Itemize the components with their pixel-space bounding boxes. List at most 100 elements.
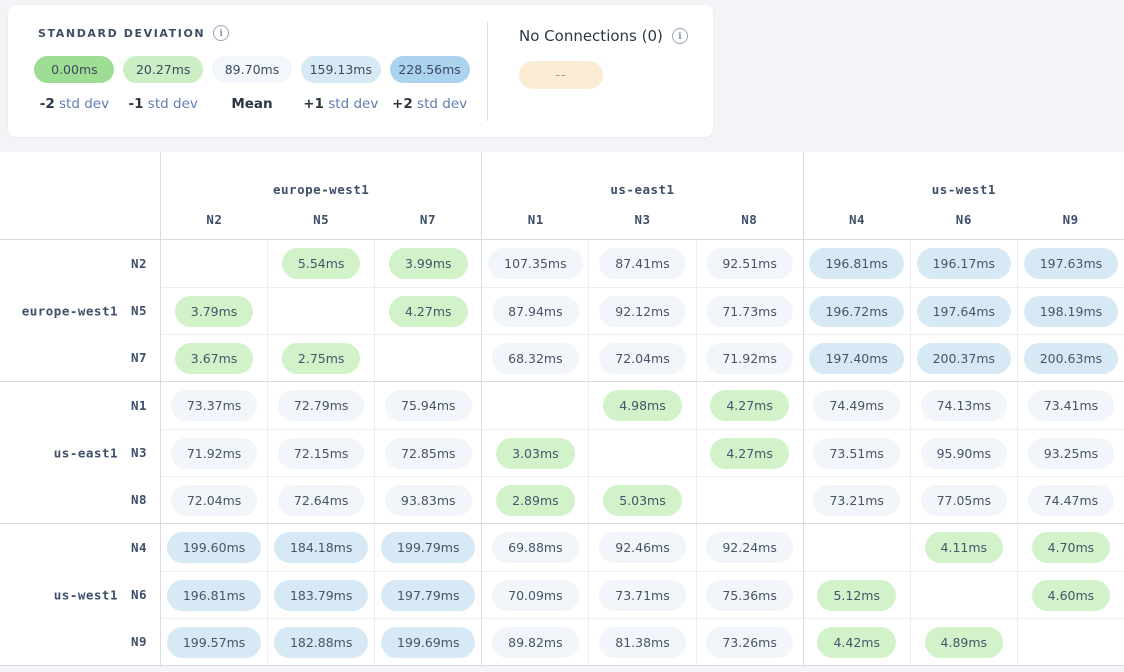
latency-pill[interactable]: 197.40ms (809, 343, 903, 374)
latency-pill[interactable]: 70.09ms (492, 580, 578, 611)
latency-cell: 68.32ms (481, 334, 588, 381)
latency-pill[interactable]: 72.04ms (171, 485, 257, 516)
latency-pill[interactable]: 197.63ms (1024, 248, 1118, 279)
latency-cell: 196.17ms (910, 240, 1017, 287)
column-region-label: europe-west1 (161, 182, 481, 197)
latency-pill[interactable]: 4.11ms (925, 532, 1004, 563)
latency-pill[interactable]: 199.60ms (167, 532, 261, 563)
latency-pill[interactable]: 197.79ms (381, 580, 475, 611)
latency-pill[interactable]: 72.64ms (278, 485, 364, 516)
latency-pill[interactable]: 75.94ms (385, 390, 471, 421)
column-group-us-east1: us-east1N1N3N8 (481, 152, 802, 239)
column-group-europe-west1: europe-west1N2N5N7 (160, 152, 481, 239)
latency-cell: 87.41ms (588, 240, 695, 287)
latency-cell: 73.37ms (160, 382, 267, 429)
latency-pill[interactable]: 92.51ms (706, 248, 792, 279)
latency-pill[interactable]: 4.27ms (710, 438, 789, 469)
latency-pill[interactable]: 4.42ms (817, 627, 896, 658)
latency-pill[interactable]: 196.81ms (167, 580, 261, 611)
latency-pill[interactable]: 72.79ms (278, 390, 364, 421)
latency-pill[interactable]: 199.69ms (381, 627, 475, 658)
latency-pill[interactable]: 183.79ms (274, 580, 368, 611)
latency-pill[interactable]: 95.90ms (921, 438, 1007, 469)
latency-cell: 73.26ms (696, 618, 803, 665)
latency-pill[interactable]: 71.92ms (171, 438, 257, 469)
row-region-label: us-east1 (0, 445, 118, 460)
latency-pill[interactable]: 200.63ms (1024, 343, 1118, 374)
latency-pill[interactable]: 3.99ms (389, 248, 468, 279)
row-header-n9: N9 (0, 618, 160, 665)
latency-cell: 87.94ms (481, 287, 588, 334)
latency-cell (910, 571, 1017, 618)
latency-pill[interactable]: 199.79ms (381, 532, 475, 563)
latency-pill[interactable]: 2.89ms (496, 485, 575, 516)
latency-cell: 73.51ms (803, 429, 910, 476)
latency-pill[interactable]: 68.32ms (492, 343, 578, 374)
latency-pill[interactable]: 69.88ms (492, 532, 578, 563)
latency-pill[interactable]: 4.60ms (1032, 580, 1111, 611)
latency-pill[interactable]: 87.94ms (492, 296, 578, 327)
latency-pill[interactable]: 93.25ms (1028, 438, 1114, 469)
latency-cell: 3.67ms (160, 334, 267, 381)
latency-pill[interactable]: 197.64ms (917, 296, 1011, 327)
latency-pill[interactable]: 73.21ms (813, 485, 899, 516)
latency-pill[interactable]: 73.37ms (171, 390, 257, 421)
table-row: N25.54ms3.99ms107.35ms87.41ms92.51ms196.… (0, 240, 1124, 287)
no-connections-pill: -- (519, 61, 603, 89)
latency-pill[interactable]: 89.82ms (492, 627, 578, 658)
latency-cell: 4.27ms (696, 429, 803, 476)
latency-cell: 92.51ms (696, 240, 803, 287)
legend-item-label: +2 std dev (392, 96, 467, 112)
latency-pill[interactable]: 4.27ms (389, 296, 468, 327)
latency-pill[interactable]: 93.83ms (385, 485, 471, 516)
latency-pill[interactable]: 198.19ms (1024, 296, 1118, 327)
latency-pill[interactable]: 184.18ms (274, 532, 368, 563)
latency-pill[interactable]: 71.92ms (706, 343, 792, 374)
latency-pill[interactable]: 5.54ms (282, 248, 361, 279)
latency-pill[interactable]: 74.13ms (921, 390, 1007, 421)
latency-pill[interactable]: 77.05ms (921, 485, 1007, 516)
latency-cell (1017, 618, 1124, 665)
column-header-n1: N1 (482, 212, 589, 227)
latency-pill[interactable]: 5.12ms (817, 580, 896, 611)
latency-pill[interactable]: 73.41ms (1028, 390, 1114, 421)
latency-pill[interactable]: 4.98ms (603, 390, 682, 421)
latency-pill[interactable]: 74.49ms (813, 390, 899, 421)
latency-pill[interactable]: 199.57ms (167, 627, 261, 658)
column-header-n4: N4 (804, 212, 911, 227)
latency-pill[interactable]: 74.47ms (1028, 485, 1114, 516)
latency-pill[interactable]: 87.41ms (599, 248, 685, 279)
latency-pill[interactable]: 92.46ms (599, 532, 685, 563)
latency-cell: 95.90ms (910, 429, 1017, 476)
latency-pill[interactable]: 3.03ms (496, 438, 575, 469)
latency-pill[interactable]: 4.89ms (925, 627, 1004, 658)
legend-item-label: Mean (231, 96, 272, 112)
latency-pill[interactable]: 4.27ms (710, 390, 789, 421)
latency-pill[interactable]: 107.35ms (488, 248, 582, 279)
latency-pill[interactable]: 72.85ms (385, 438, 471, 469)
latency-pill[interactable]: 2.75ms (282, 343, 361, 374)
info-icon[interactable]: i (672, 28, 688, 44)
latency-pill[interactable]: 196.72ms (809, 296, 903, 327)
latency-pill[interactable]: 5.03ms (603, 485, 682, 516)
info-icon[interactable]: i (213, 25, 229, 41)
latency-pill[interactable]: 92.24ms (706, 532, 792, 563)
latency-pill[interactable]: 3.67ms (175, 343, 254, 374)
latency-cell (160, 240, 267, 287)
latency-cell: 73.21ms (803, 476, 910, 523)
latency-pill[interactable]: 81.38ms (599, 627, 685, 658)
latency-pill[interactable]: 182.88ms (274, 627, 368, 658)
latency-pill[interactable]: 73.51ms (813, 438, 899, 469)
latency-pill[interactable]: 71.73ms (706, 296, 792, 327)
latency-pill[interactable]: 92.12ms (599, 296, 685, 327)
latency-pill[interactable]: 72.04ms (599, 343, 685, 374)
latency-pill[interactable]: 4.70ms (1032, 532, 1111, 563)
latency-pill[interactable]: 72.15ms (278, 438, 364, 469)
latency-pill[interactable]: 196.17ms (917, 248, 1011, 279)
latency-pill[interactable]: 73.26ms (706, 627, 792, 658)
latency-pill[interactable]: 73.71ms (599, 580, 685, 611)
latency-pill[interactable]: 196.81ms (809, 248, 903, 279)
latency-pill[interactable]: 75.36ms (706, 580, 792, 611)
latency-pill[interactable]: 200.37ms (917, 343, 1011, 374)
latency-pill[interactable]: 3.79ms (175, 296, 254, 327)
